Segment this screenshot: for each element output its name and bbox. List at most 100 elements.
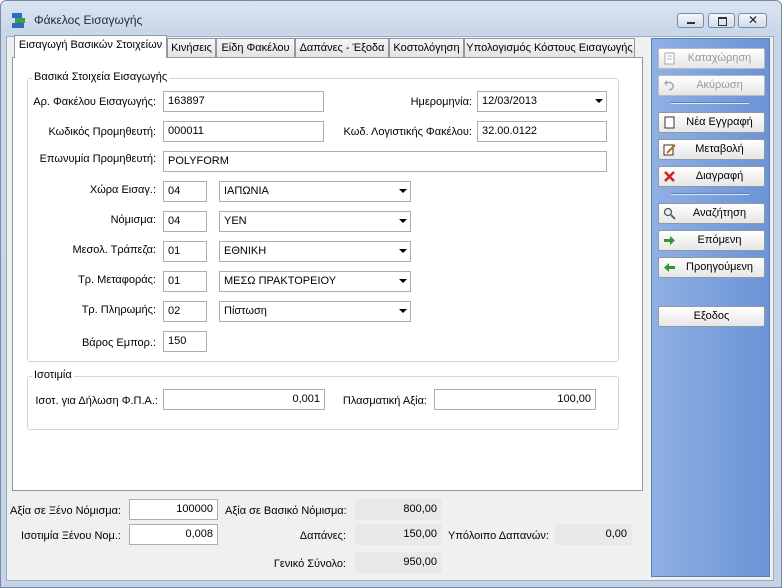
new-record-button-label: Νέα Εγγραφή (686, 116, 753, 128)
payment-label: Τρ. Πληρωμής: (81, 304, 156, 316)
foreign-value-label: Αξία σε Ξένο Νόμισμα: (10, 505, 121, 517)
edit-button[interactable]: Μεταβολή (658, 139, 765, 160)
currency-code-field[interactable]: 04 (163, 211, 207, 232)
edit-icon (663, 144, 676, 156)
separator (671, 102, 749, 104)
account-code-field[interactable]: 32.00.0122 (477, 121, 607, 142)
bank-select[interactable]: ΕΘΝΙΚΗ (219, 241, 411, 262)
tab-costing[interactable]: Κοστολόγηση (389, 38, 464, 57)
transport-code-field[interactable]: 01 (163, 271, 207, 292)
weight-field[interactable]: 150 (163, 331, 207, 352)
maximize-button[interactable] (708, 13, 735, 28)
cancel-button[interactable]: Ακύρωση (658, 75, 765, 96)
tab-folder-items[interactable]: Είδη Φακέλου (216, 38, 295, 57)
transport-value: ΜΕΣΩ ΠΡΑΚΤΟΡΕΙΟΥ (224, 275, 337, 287)
chevron-down-icon (399, 249, 407, 253)
delete-icon (664, 171, 675, 182)
minimize-icon (687, 22, 695, 24)
chevron-down-icon (595, 99, 603, 103)
parity-group-title: Ισοτιμία (32, 369, 74, 381)
supplier-code-field[interactable]: 000011 (163, 121, 324, 142)
currency-label: Νόμισμα: (110, 214, 156, 226)
previous-button[interactable]: Προηγούμενη (658, 257, 765, 278)
separator (671, 193, 749, 195)
payment-select[interactable]: Πίστωση (219, 301, 411, 322)
foreign-rate-field[interactable]: 0,008 (129, 524, 218, 545)
close-icon: ✕ (748, 13, 759, 27)
country-select[interactable]: ΙΑΠΩΝΙΑ (219, 181, 411, 202)
transport-select[interactable]: ΜΕΣΩ ΠΡΑΚΤΟΡΕΙΟΥ (219, 271, 411, 292)
chevron-down-icon (399, 219, 407, 223)
payment-value: Πίστωση (224, 305, 267, 317)
basic-info-group-title: Βασικά Στοιχεία Εισαγωγής (32, 71, 170, 83)
grand-total-field: 950,00 (355, 552, 442, 573)
exit-button-label: Εξοδος (693, 310, 730, 322)
chevron-down-icon (399, 279, 407, 283)
bank-code-field[interactable]: 01 (163, 241, 207, 262)
chevron-down-icon (399, 309, 407, 313)
account-code-label: Κωδ. Λογιστικής Φακέλου: (343, 126, 472, 138)
restore-icon (718, 17, 727, 26)
payment-code-field[interactable]: 02 (163, 301, 207, 322)
bank-value: ΕΘΝΙΚΗ (224, 245, 267, 257)
save-icon (664, 52, 675, 65)
search-button[interactable]: Αναζήτηση (658, 203, 765, 224)
new-record-button[interactable]: Νέα Εγγραφή (658, 112, 765, 133)
delete-button-label: Διαγραφή (695, 170, 744, 182)
currency-value: YEN (224, 215, 247, 227)
search-icon (663, 207, 676, 220)
undo-icon (664, 80, 674, 91)
remaining-expenses-label: Υπόλοιπο Δαπανών: (448, 530, 549, 542)
base-value-label: Αξία σε Βασικό Νόμισμα: (225, 505, 347, 517)
vat-parity-field[interactable]: 0,001 (163, 389, 325, 410)
vat-parity-label: Ισοτ. για Δήλωση Φ.Π.Α.: (35, 395, 158, 407)
window-title: Φάκελος Εισαγωγής (34, 13, 143, 27)
fictitious-value-field[interactable]: 100,00 (434, 389, 596, 410)
close-button[interactable]: ✕ (738, 13, 767, 28)
minimize-button[interactable] (677, 13, 704, 28)
country-code-field[interactable]: 04 (163, 181, 207, 202)
date-value: 12/03/2013 (482, 95, 538, 107)
foreign-rate-label: Ισοτιμία Ξένου Νομ.: (20, 530, 121, 542)
supplier-name-label: Επωνυμία Προμηθευτή: (39, 153, 156, 165)
new-document-icon (664, 116, 675, 129)
tab-basic-info[interactable]: Εισαγωγή Βασικών Στοιχείων (14, 35, 167, 58)
chevron-down-icon (399, 189, 407, 193)
country-label: Χώρα Εισαγ.: (89, 184, 156, 196)
arrow-right-icon (664, 236, 675, 245)
app-icon (12, 13, 25, 28)
country-value: ΙΑΠΩΝΙΑ (224, 185, 269, 197)
expenses-label: Δαπάνες: (299, 530, 346, 542)
folder-no-label: Αρ. Φακέλου Εισαγωγής: (33, 96, 156, 108)
exit-button[interactable]: Εξοδος (658, 306, 765, 327)
currency-select[interactable]: YEN (219, 211, 411, 232)
search-button-label: Αναζήτηση (692, 207, 747, 219)
title-bar: Φάκελος Εισαγωγής ✕ (1, 1, 781, 37)
bank-label: Μεσολ. Τράπεζα: (72, 244, 156, 256)
tab-movements[interactable]: Κινήσεις (167, 38, 216, 57)
arrow-left-icon (664, 263, 675, 272)
edit-button-label: Μεταβολή (695, 143, 744, 155)
remaining-expenses-field: 0,00 (555, 524, 632, 545)
previous-button-label: Προηγούμενη (686, 261, 753, 273)
transport-label: Τρ. Μεταφοράς: (78, 274, 156, 286)
fictitious-value-label: Πλασματική Αξία: (342, 395, 427, 407)
base-value-field: 800,00 (355, 499, 442, 520)
supplier-name-field[interactable]: POLYFORM (163, 151, 607, 172)
next-button-label: Επόμενη (697, 234, 742, 246)
save-button-label: Καταχώρηση (687, 52, 752, 64)
date-label: Ημερομηνία: (410, 96, 472, 108)
weight-label: Βάρος Εμπορ.: (81, 337, 156, 349)
folder-no-field[interactable]: 163897 (163, 91, 324, 112)
delete-button[interactable]: Διαγραφή (658, 166, 765, 187)
next-button[interactable]: Επόμενη (658, 230, 765, 251)
expenses-field: 150,00 (355, 524, 442, 545)
date-picker[interactable]: 12/03/2013 (477, 91, 607, 112)
supplier-code-label: Κωδικός Προμηθευτή: (48, 126, 156, 138)
grand-total-label: Γενικό Σύνολο: (273, 558, 346, 570)
tab-cost-calculation[interactable]: Υπολογισμός Κόστους Εισαγωγής (464, 38, 635, 57)
cancel-button-label: Ακύρωση (696, 79, 743, 91)
foreign-value-field[interactable]: 100000 (129, 499, 218, 520)
tab-expenses[interactable]: Δαπάνες - Έξοδα (295, 38, 389, 57)
save-button[interactable]: Καταχώρηση (658, 48, 765, 69)
